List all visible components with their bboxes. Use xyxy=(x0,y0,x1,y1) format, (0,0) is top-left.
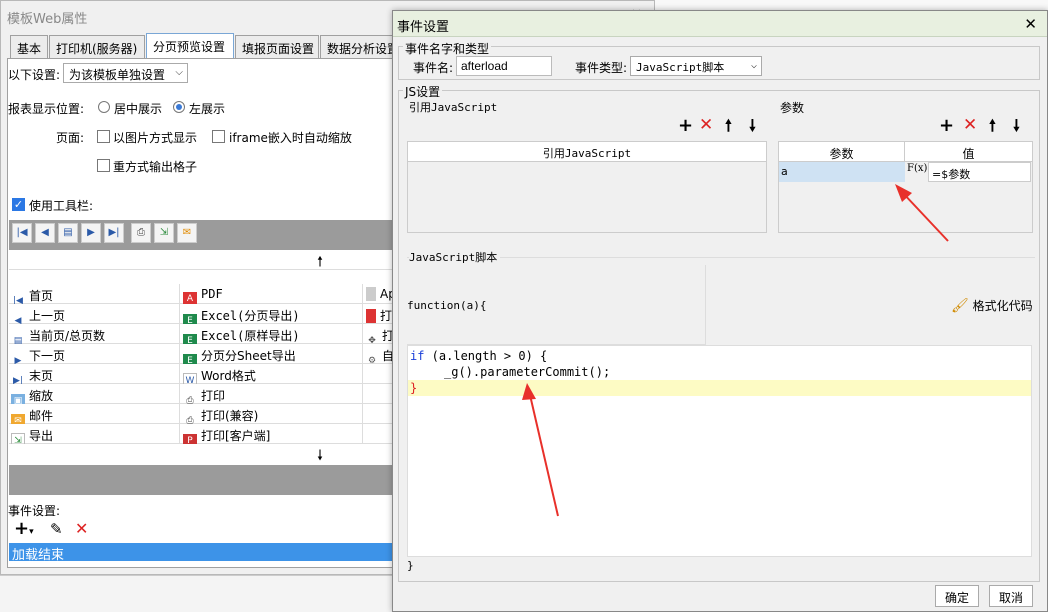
arrow-to-param xyxy=(901,191,949,242)
arrow-to-code xyxy=(529,394,559,517)
annotation-arrows xyxy=(522,184,949,517)
arrow-head-code xyxy=(522,383,536,400)
